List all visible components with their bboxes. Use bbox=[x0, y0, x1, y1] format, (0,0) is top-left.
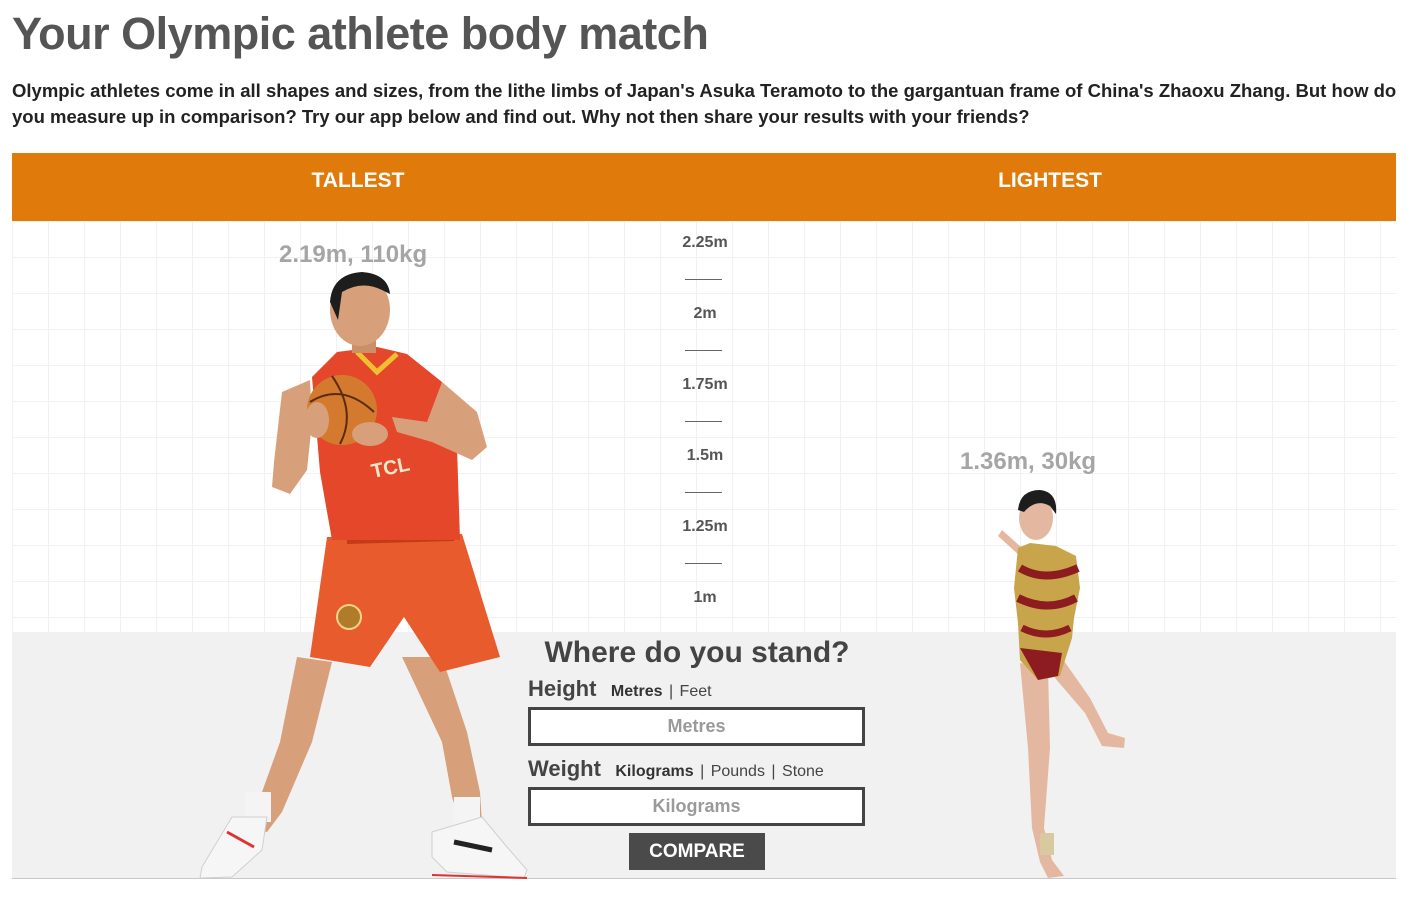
compare-button[interactable]: COMPARE bbox=[629, 833, 765, 870]
scale-tick bbox=[685, 421, 722, 422]
unit-metres[interactable]: Metres bbox=[611, 683, 663, 700]
scale-label: 2m bbox=[693, 305, 717, 322]
weight-label: Weight bbox=[528, 756, 601, 781]
unit-stone[interactable]: Stone bbox=[782, 763, 824, 780]
scale-tick bbox=[685, 563, 722, 564]
tallest-heading: TALLEST bbox=[311, 169, 405, 192]
height-label-row: Height Metres | Feet bbox=[528, 676, 712, 702]
lightest-heading: LIGHTEST bbox=[998, 169, 1102, 192]
basketball-player-figure: TCL bbox=[199, 272, 528, 879]
intro-paragraph: Olympic athletes come in all shapes and … bbox=[12, 80, 1397, 127]
scale-label: 1m bbox=[693, 589, 717, 606]
unit-separator: | bbox=[771, 763, 776, 780]
height-input[interactable] bbox=[528, 707, 865, 746]
unit-kilograms[interactable]: Kilograms bbox=[615, 763, 693, 780]
unit-separator: | bbox=[668, 683, 674, 700]
weight-label-row: Weight Kilograms | Pounds | Stone bbox=[528, 756, 824, 782]
scale-tick bbox=[685, 492, 722, 493]
scale-label: 1.5m bbox=[686, 447, 724, 464]
lightest-athlete-stats: 1.36m, 30kg bbox=[960, 448, 1097, 475]
scale-label: 1.75m bbox=[682, 376, 728, 393]
scale-label: 1.25m bbox=[682, 518, 728, 535]
scale-label: 2.25m bbox=[682, 234, 728, 251]
unit-pounds[interactable]: Pounds bbox=[711, 763, 765, 780]
category-banner: TALLEST LIGHTEST bbox=[12, 153, 1396, 221]
page-title: Your Olympic athlete body match bbox=[12, 8, 709, 59]
unit-separator: | bbox=[700, 763, 705, 780]
form-title: Where do you stand? bbox=[544, 636, 850, 669]
height-label: Height bbox=[528, 676, 597, 701]
tallest-athlete-stats: 2.19m, 110kg bbox=[279, 241, 428, 268]
gymnast-figure bbox=[998, 490, 1125, 878]
scale-tick bbox=[685, 350, 722, 351]
unit-feet[interactable]: Feet bbox=[680, 683, 712, 700]
scale-tick bbox=[685, 279, 722, 280]
weight-input[interactable] bbox=[528, 787, 865, 826]
